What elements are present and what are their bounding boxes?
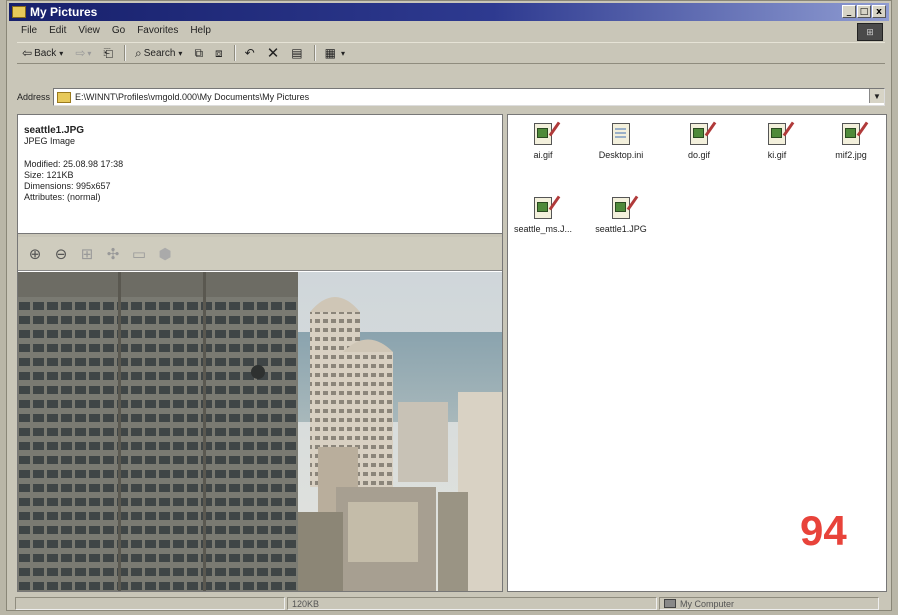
file-dimensions: Dimensions: 995x657 — [24, 181, 111, 191]
folder-icon — [57, 91, 72, 103]
back-arrow-icon: ⇦ — [22, 46, 33, 60]
delete-button[interactable]: ✕ — [262, 44, 287, 62]
file-item[interactable]: seattle_ms.J... — [508, 195, 578, 234]
toolbar-separator — [313, 45, 316, 61]
zoom-in-icon[interactable]: ⊕ — [26, 245, 44, 263]
settings-file-icon — [610, 121, 632, 147]
image-file-icon — [610, 195, 639, 221]
file-name: ai.gif — [533, 150, 553, 160]
toolbar-separator — [233, 45, 236, 61]
status-bar: 120KB My Computer — [15, 597, 887, 612]
undo-button[interactable]: ↶ — [240, 44, 262, 62]
folder-icon — [12, 6, 26, 18]
file-item[interactable]: Desktop.ini — [586, 121, 656, 160]
file-item[interactable]: do.gif — [664, 121, 734, 160]
minimize-button[interactable]: _ — [842, 5, 856, 18]
file-name: ki.gif — [767, 150, 787, 160]
image-file-icon — [766, 121, 795, 147]
preview-pane: seattle1.JPG JPEG Image Modified: 25.08.… — [17, 114, 503, 592]
file-type: JPEG Image — [24, 136, 76, 146]
close-button[interactable]: x — [872, 5, 886, 18]
file-details: seattle1.JPG JPEG Image Modified: 25.08.… — [24, 125, 123, 203]
undo-icon: ↶ — [244, 46, 255, 60]
file-name: do.gif — [687, 150, 711, 160]
window-controls: _ □ x — [842, 5, 886, 18]
up-folder-icon: ⎗ — [103, 45, 113, 60]
folders-icon: ⧉ — [194, 45, 204, 60]
status-empty-panel — [15, 597, 285, 610]
properties-button[interactable]: ▤ — [286, 44, 309, 62]
chevron-down-icon: ▾ — [87, 48, 92, 58]
windows-logo-icon: ⊞ — [857, 23, 883, 41]
page-number: 94 — [800, 507, 847, 554]
search-button[interactable]: ⌕ Search ▾ — [130, 44, 189, 62]
my-computer-icon — [664, 599, 676, 608]
print-icon[interactable]: ⬢ — [156, 245, 174, 263]
file-modified: Modified: 25.08.98 17:38 — [24, 159, 124, 169]
file-name: Desktop.ini — [598, 150, 644, 160]
maximize-button[interactable]: □ — [857, 5, 871, 18]
file-item[interactable]: ai.gif — [508, 121, 578, 160]
search-label: Search — [143, 47, 176, 59]
address-dropdown-button[interactable]: ▼ — [869, 89, 884, 103]
image-file-icon — [532, 195, 561, 221]
history-icon: ⧈ — [215, 45, 223, 60]
status-zone: My Computer — [659, 597, 879, 610]
image-file-icon — [688, 121, 717, 147]
window-title: My Pictures — [30, 5, 98, 19]
image-preview — [18, 272, 502, 591]
selected-filename: seattle1.JPG — [24, 125, 85, 136]
back-label: Back — [34, 47, 57, 59]
toolbar-separator — [124, 45, 126, 61]
file-name: seattle_ms.J... — [513, 224, 573, 234]
image-toolbar: ⊕ ⊖ ⊞ ✣ ▭ ⬢ — [18, 237, 502, 271]
forward-arrow-icon: ⇨ — [75, 46, 86, 60]
menu-favorites[interactable]: Favorites — [131, 22, 184, 40]
forward-button[interactable]: ⇨ ▾ — [70, 44, 98, 62]
title-bar[interactable]: My Pictures _ □ x — [9, 3, 889, 21]
full-screen-icon[interactable]: ▭ — [130, 245, 148, 263]
image-file-icon — [840, 121, 869, 147]
zoom-out-icon[interactable]: ⊖ — [52, 245, 70, 263]
menu-help[interactable]: Help — [184, 22, 217, 40]
file-size: Size: 121KB — [24, 170, 74, 180]
best-fit-icon[interactable]: ⊞ — [78, 245, 96, 263]
menu-file[interactable]: File — [15, 22, 43, 40]
file-item[interactable]: seattle1.JPG — [586, 195, 656, 234]
status-zone-label: My Computer — [680, 598, 735, 609]
actual-size-icon[interactable]: ✣ — [104, 245, 122, 263]
chevron-down-icon: ▾ — [178, 48, 183, 58]
chevron-down-icon: ▾ — [59, 48, 64, 58]
seattle-photo — [18, 272, 502, 591]
menu-go[interactable]: Go — [106, 22, 131, 40]
up-button[interactable]: ⎗ — [98, 44, 120, 62]
standard-toolbar: ⇦ Back ▾ ⇨ ▾ ⎗ ⌕ Search ▾ ⧉ ⧈ ↶ ✕ ▤ ▦ ▾ — [17, 42, 885, 64]
menu-view[interactable]: View — [72, 22, 106, 40]
file-attributes: Attributes: (normal) — [24, 192, 101, 202]
image-file-icon — [532, 121, 561, 147]
chevron-down-icon: ▾ — [340, 48, 345, 58]
delete-x-icon: ✕ — [266, 44, 280, 62]
explorer-window: My Pictures _ □ x File Edit View Go Favo… — [6, 0, 892, 611]
folders-button[interactable]: ⧉ — [189, 44, 210, 62]
file-item[interactable]: mif2.jpg — [816, 121, 886, 160]
views-icon: ▦ — [324, 46, 336, 60]
file-item[interactable]: ki.gif — [742, 121, 812, 160]
address-value: E:\WINNT\Profiles\vmgold.000\My Document… — [75, 92, 310, 102]
search-icon: ⌕ — [135, 45, 142, 60]
menu-edit[interactable]: Edit — [43, 22, 72, 40]
file-name: mif2.jpg — [835, 150, 867, 160]
file-name: seattle1.JPG — [595, 224, 647, 234]
menu-bar: File Edit View Go Favorites Help — [15, 22, 217, 40]
address-label: Address — [17, 92, 51, 102]
back-button[interactable]: ⇦ Back ▾ — [17, 44, 70, 62]
status-size: 120KB — [287, 597, 657, 610]
views-button[interactable]: ▦ ▾ — [320, 44, 352, 62]
address-input[interactable]: E:\WINNT\Profiles\vmgold.000\My Document… — [53, 88, 885, 106]
history-button[interactable]: ⧈ — [210, 44, 230, 62]
properties-icon: ▤ — [291, 46, 303, 60]
address-bar: Address E:\WINNT\Profiles\vmgold.000\My … — [17, 88, 885, 106]
